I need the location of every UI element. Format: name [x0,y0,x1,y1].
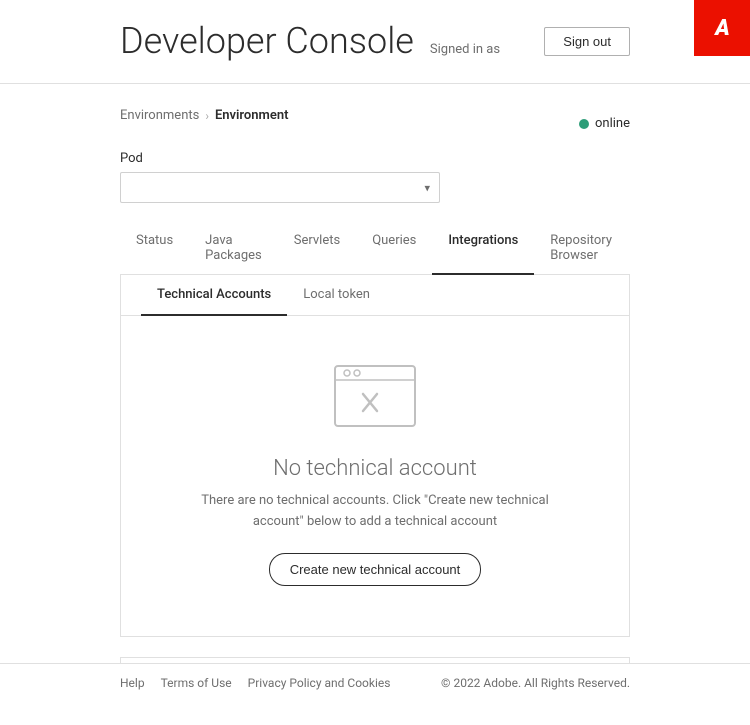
tab-status[interactable]: Status [120,223,189,275]
tab-integrations[interactable]: Integrations [432,223,534,275]
header-right: Sign out [544,27,630,56]
header: Developer Console Signed in as Sign out [0,0,750,84]
status-label: online [595,116,630,131]
empty-state-title: No technical account [273,456,477,481]
header-left: Developer Console Signed in as [120,20,500,63]
status-dot-icon [579,119,589,129]
sub-tab-local-token[interactable]: Local token [287,275,386,316]
environment-status: online [579,116,630,131]
footer-links: Help Terms of Use Privacy Policy and Coo… [120,676,390,690]
tab-java-packages[interactable]: Java Packages [189,223,278,275]
breadcrumb-separator: › [205,109,209,123]
breadcrumb: Environments › Environment [120,108,288,123]
footer-copyright: © 2022 Adobe. All Rights Reserved. [441,676,630,690]
pod-select-wrapper: ▾ [120,172,440,203]
pod-select[interactable] [120,172,440,203]
footer: Help Terms of Use Privacy Policy and Coo… [0,663,750,702]
footer-link-terms[interactable]: Terms of Use [161,676,232,690]
nav-tabs: Status Java Packages Servlets Queries In… [120,223,630,275]
footer-link-help[interactable]: Help [120,676,145,690]
page-title: Developer Console [120,20,414,63]
sub-tab-technical-accounts[interactable]: Technical Accounts [141,275,287,316]
content-area: Technical Accounts Local token No techni… [120,275,630,637]
breadcrumb-current: Environment [215,108,289,123]
empty-state-icon [325,356,425,436]
env-status-row: Environments › Environment online [120,108,630,139]
signed-in-label: Signed in as [430,42,500,57]
sign-out-button[interactable]: Sign out [544,27,630,56]
tab-repository-browser[interactable]: Repository Browser [534,223,630,275]
main-content: Environments › Environment online Pod ▾ … [0,84,750,725]
empty-state: No technical account There are no techni… [121,316,629,636]
create-technical-account-button[interactable]: Create new technical account [269,553,482,586]
breadcrumb-parent-link[interactable]: Environments [120,108,199,123]
tab-servlets[interactable]: Servlets [278,223,356,275]
empty-state-description: There are no technical accounts. Click "… [185,491,565,533]
sub-tabs: Technical Accounts Local token [121,275,629,316]
pod-section: Pod ▾ [120,151,630,203]
pod-label: Pod [120,151,630,166]
footer-link-privacy[interactable]: Privacy Policy and Cookies [248,676,391,690]
tab-queries[interactable]: Queries [356,223,432,275]
